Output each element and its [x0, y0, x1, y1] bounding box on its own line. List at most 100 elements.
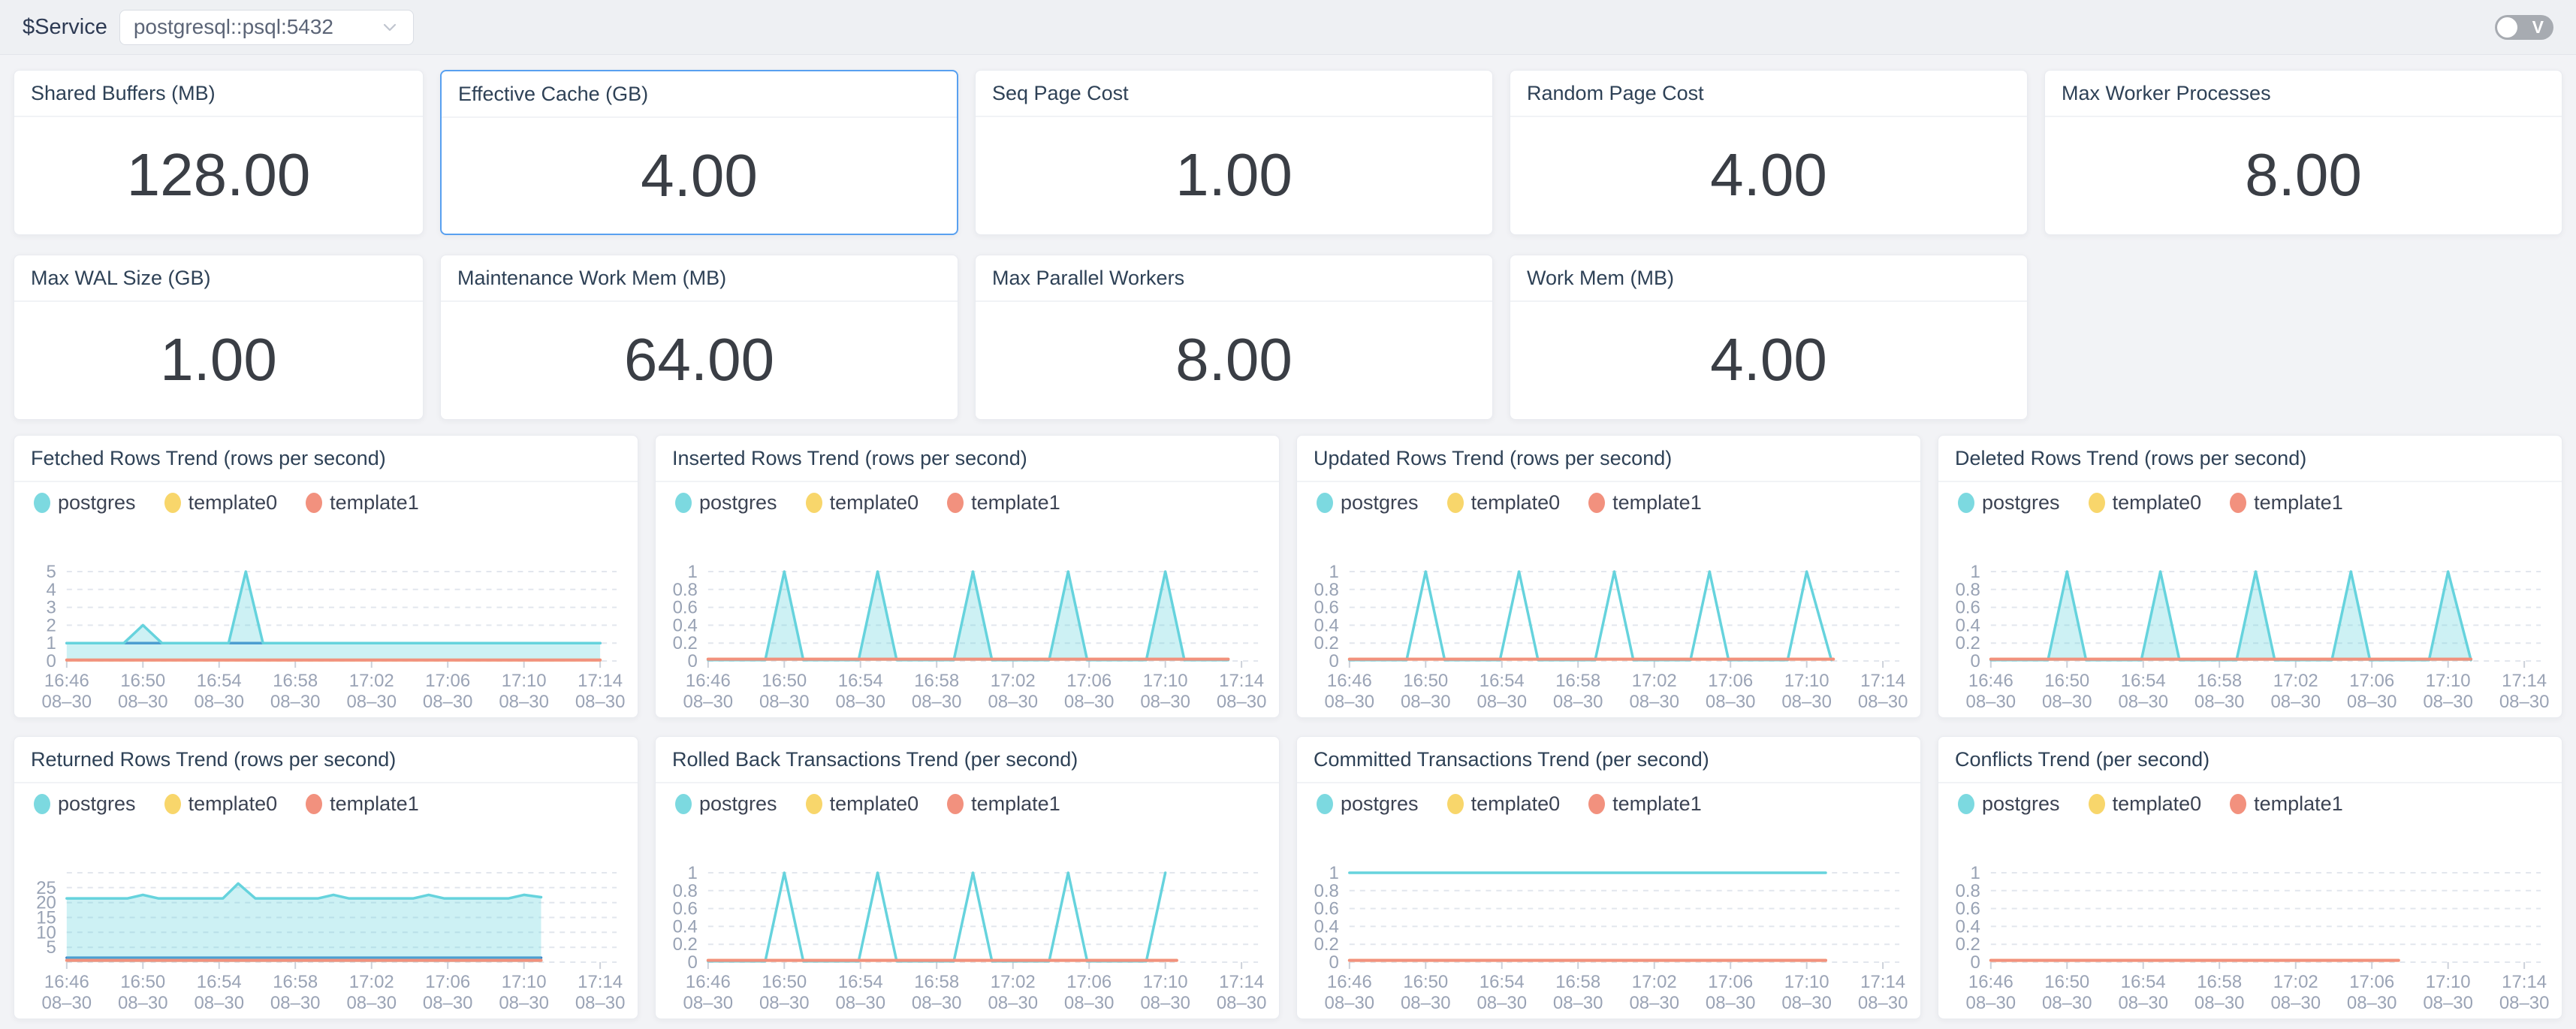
svg-text:08–30: 08–30 — [2118, 993, 2168, 1013]
stat-card-value: 8.00 — [2045, 117, 2562, 233]
svg-text:16:50: 16:50 — [2044, 972, 2089, 992]
stat-card-random-page-cost[interactable]: Random Page Cost 4.00 — [1510, 70, 2028, 235]
legend-item-template1[interactable]: template1 — [947, 491, 1060, 514]
svg-text:16:58: 16:58 — [1555, 671, 1600, 691]
chart-title: Conflicts Trend (per second) — [1938, 737, 2562, 783]
svg-text:16:54: 16:54 — [197, 972, 242, 992]
legend-item-template0[interactable]: template0 — [806, 491, 919, 514]
svg-text:16:46: 16:46 — [44, 671, 89, 691]
svg-text:16:58: 16:58 — [273, 671, 318, 691]
svg-text:08–30: 08–30 — [683, 993, 734, 1013]
chart-legend: postgres template0 template1 — [1297, 482, 1920, 523]
legend-item-postgres[interactable]: postgres — [1317, 491, 1419, 514]
legend-item-template1[interactable]: template1 — [1588, 491, 1702, 514]
svg-text:16:50: 16:50 — [1403, 671, 1448, 691]
legend-item-template1[interactable]: template1 — [2230, 491, 2343, 514]
legend-label: template0 — [1471, 792, 1561, 816]
legend-item-postgres[interactable]: postgres — [1958, 491, 2060, 514]
service-variable-label: $Service — [23, 15, 107, 40]
legend-item-template0[interactable]: template0 — [2089, 792, 2202, 816]
svg-text:08–30: 08–30 — [2423, 993, 2473, 1013]
svg-text:0.8: 0.8 — [1956, 881, 1980, 901]
svg-text:08–30: 08–30 — [1064, 692, 1115, 712]
svg-text:0: 0 — [1329, 952, 1339, 973]
legend-item-template1[interactable]: template1 — [2230, 792, 2343, 816]
legend-swatch-icon — [1317, 493, 1333, 513]
legend-item-postgres[interactable]: postgres — [1317, 792, 1419, 816]
chart-legend: postgres template0 template1 — [14, 482, 638, 523]
legend-label: template1 — [2254, 491, 2343, 514]
svg-text:08–30: 08–30 — [1629, 692, 1679, 712]
legend-item-template1[interactable]: template1 — [306, 792, 419, 816]
legend-item-postgres[interactable]: postgres — [34, 792, 136, 816]
dashboard-content: Shared Buffers (MB) 128.00 Effective Cac… — [0, 55, 2576, 1019]
svg-text:0.2: 0.2 — [1314, 633, 1339, 653]
legend-item-template0[interactable]: template0 — [2089, 491, 2202, 514]
legend-item-postgres[interactable]: postgres — [675, 792, 777, 816]
chart-card-rolled-back-transactions: Rolled Back Transactions Trend (per seco… — [655, 736, 1280, 1019]
top-bar: $Service postgresql::psql:5432 V — [0, 0, 2576, 55]
svg-text:08–30: 08–30 — [499, 692, 549, 712]
legend-label: template1 — [971, 491, 1060, 514]
svg-text:08–30: 08–30 — [1401, 692, 1451, 712]
svg-text:16:58: 16:58 — [1555, 972, 1600, 992]
svg-text:08–30: 08–30 — [2042, 993, 2092, 1013]
legend-label: postgres — [58, 491, 136, 514]
stat-card-seq-page-cost[interactable]: Seq Page Cost 1.00 — [975, 70, 1493, 235]
svg-text:0: 0 — [1971, 952, 1980, 973]
legend-item-template1[interactable]: template1 — [306, 491, 419, 514]
svg-text:08–30: 08–30 — [423, 993, 473, 1013]
svg-text:0.6: 0.6 — [673, 899, 698, 919]
svg-text:0.8: 0.8 — [1956, 580, 1980, 600]
svg-text:17:02: 17:02 — [991, 972, 1036, 992]
legend-item-template1[interactable]: template1 — [1588, 792, 1702, 816]
svg-text:17:02: 17:02 — [1632, 972, 1677, 992]
v-toggle-switch[interactable]: V — [2495, 15, 2553, 40]
legend-item-postgres[interactable]: postgres — [34, 491, 136, 514]
chart-canvas: 00.20.40.60.8116:4608–3016:5008–3016:540… — [656, 824, 1279, 1018]
stat-card-maintenance-work-mem[interactable]: Maintenance Work Mem (MB) 64.00 — [440, 255, 958, 420]
stat-card-shared-buffers[interactable]: Shared Buffers (MB) 128.00 — [14, 70, 424, 235]
svg-text:08–30: 08–30 — [1553, 692, 1603, 712]
legend-item-template0[interactable]: template0 — [1447, 792, 1561, 816]
chart-title: Committed Transactions Trend (per second… — [1297, 737, 1920, 783]
svg-text:1: 1 — [688, 863, 698, 883]
legend-item-postgres[interactable]: postgres — [675, 491, 777, 514]
stat-card-max-worker-processes[interactable]: Max Worker Processes 8.00 — [2044, 70, 2562, 235]
stat-card-work-mem[interactable]: Work Mem (MB) 4.00 — [1510, 255, 2028, 420]
legend-label: postgres — [58, 792, 136, 816]
svg-text:0.6: 0.6 — [1956, 899, 1980, 919]
svg-text:0.6: 0.6 — [673, 598, 698, 618]
legend-item-postgres[interactable]: postgres — [1958, 792, 2060, 816]
chart-card-committed-transactions: Committed Transactions Trend (per second… — [1296, 736, 1921, 1019]
svg-text:08–30: 08–30 — [2347, 692, 2397, 712]
svg-text:17:10: 17:10 — [2426, 671, 2471, 691]
legend-item-template0[interactable]: template0 — [806, 792, 919, 816]
svg-text:0.6: 0.6 — [1956, 598, 1980, 618]
legend-item-template1[interactable]: template1 — [947, 792, 1060, 816]
svg-text:16:54: 16:54 — [838, 972, 883, 992]
stat-card-max-parallel-workers[interactable]: Max Parallel Workers 8.00 — [975, 255, 1493, 420]
legend-item-template0[interactable]: template0 — [164, 491, 278, 514]
chart-svg: 00.20.40.60.8116:4608–3016:5008–3016:540… — [1297, 523, 1920, 717]
stat-card-value: 8.00 — [976, 302, 1492, 418]
svg-text:1: 1 — [1329, 562, 1339, 582]
legend-label: template0 — [2113, 491, 2202, 514]
svg-text:08–30: 08–30 — [1217, 692, 1267, 712]
legend-item-template0[interactable]: template0 — [1447, 491, 1561, 514]
svg-text:17:06: 17:06 — [1708, 972, 1753, 992]
svg-text:16:54: 16:54 — [1480, 671, 1525, 691]
svg-text:16:58: 16:58 — [273, 972, 318, 992]
service-select[interactable]: postgresql::psql:5432 — [119, 10, 414, 45]
legend-item-template0[interactable]: template0 — [164, 792, 278, 816]
svg-text:17:14: 17:14 — [2502, 671, 2547, 691]
svg-text:0: 0 — [47, 651, 56, 671]
chart-title: Rolled Back Transactions Trend (per seco… — [656, 737, 1279, 783]
chart-svg: 00.20.40.60.8116:4608–3016:5008–3016:540… — [656, 523, 1279, 717]
stat-card-max-wal-size[interactable]: Max WAL Size (GB) 1.00 — [14, 255, 424, 420]
stat-card-effective-cache[interactable]: Effective Cache (GB) 4.00 — [440, 70, 958, 235]
svg-text:08–30: 08–30 — [988, 993, 1038, 1013]
svg-text:1: 1 — [1971, 863, 1980, 883]
chart-legend: postgres template0 template1 — [1938, 783, 2562, 824]
chart-card-conflicts: Conflicts Trend (per second) postgres tem… — [1938, 736, 2562, 1019]
